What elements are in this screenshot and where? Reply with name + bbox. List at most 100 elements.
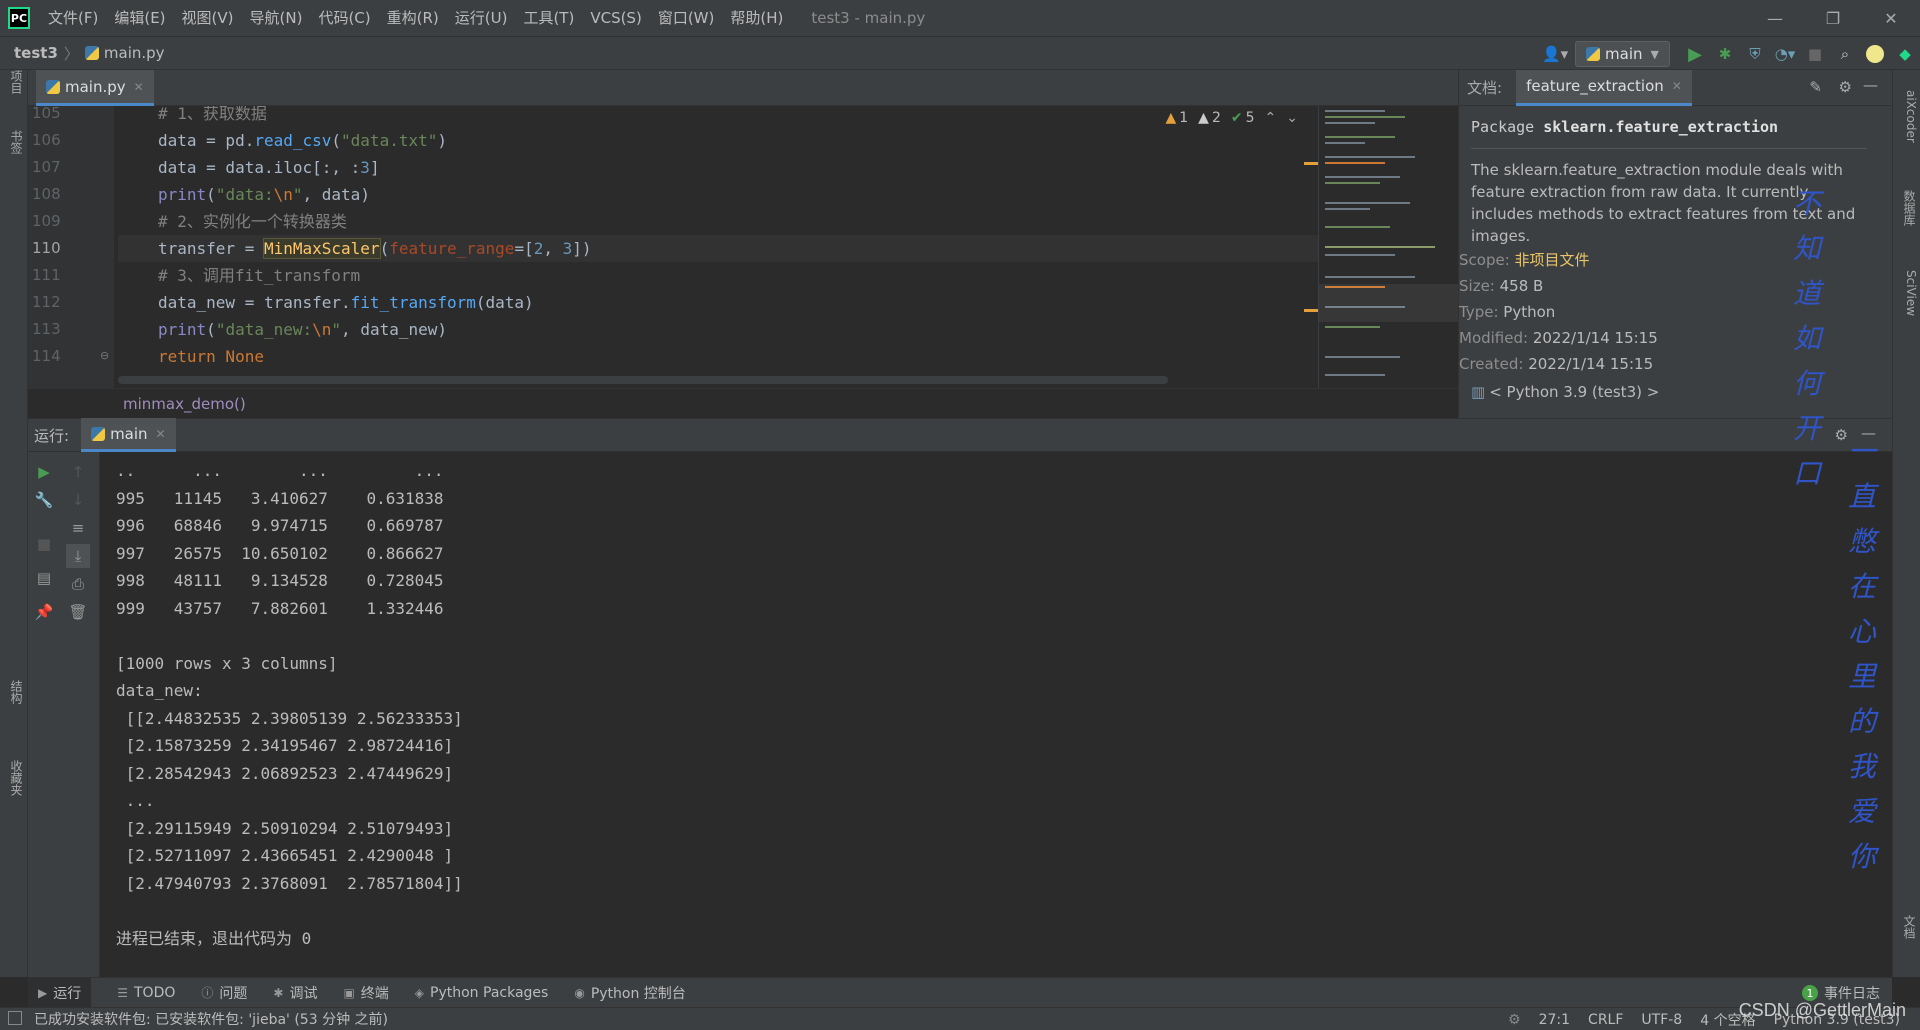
menu-file[interactable]: 文件(F) [40,0,106,36]
rerun-icon[interactable]: ▶ [32,460,56,484]
status-square-icon[interactable] [8,1011,22,1025]
right-tool-strip: aiXcoder 数据库 SciView 文档 [1892,70,1920,977]
warning-count[interactable]: ▲ 1 [1165,110,1188,126]
typo-count[interactable]: ✔ 5 [1231,110,1255,126]
menu-tools[interactable]: 工具(T) [515,0,582,36]
menu-vcs[interactable]: VCS(S) [582,0,649,36]
close-window-icon[interactable]: ✕ [1862,0,1920,36]
tool-tab-todo[interactable]: ☰ TODO [117,985,175,1001]
toolbar-right: 👤▾ main ▼ ▶ ✱ ⛨ ◔▾ ■ ⌕ ◆ [1535,37,1920,71]
breadcrumb-file[interactable]: main.py [104,44,165,62]
status-message[interactable]: 已成功安装软件包: 已安装软件包: 'jieba' (53 分钟 之前) [34,1009,388,1029]
stop-icon[interactable]: ■ [32,532,56,556]
trash-icon[interactable]: 🗑 [66,600,90,624]
previous-highlight-icon[interactable]: ⌃ [1265,110,1277,126]
weak-warning-count[interactable]: ▲ 2 [1198,110,1221,126]
coverage-icon[interactable]: ⛨ [1740,39,1770,69]
tool-tab-project[interactable]: 项目 [3,70,25,94]
fold-marker-icon[interactable]: ⊖ [100,349,109,362]
tool-tab-database[interactable]: 数据库 [1896,190,1918,226]
layout-icon[interactable]: ▤ [32,566,56,590]
gear-icon[interactable]: ⚙ [1839,78,1852,96]
line-number-active: 110 [32,239,61,257]
menu-view[interactable]: 视图(V) [174,0,242,36]
tool-tab-bookmarks[interactable]: 书签 [3,130,25,154]
run-icon[interactable]: ▶ [1680,39,1710,69]
restore-icon[interactable]: ❐ [1804,0,1862,36]
debug-icon[interactable]: ✱ [1710,39,1740,69]
tool-tab-structure[interactable]: 结构 [3,680,25,704]
tool-tab-debug[interactable]: ✱ 调试 [273,983,317,1003]
minimap-line [1325,208,1370,210]
tool-tab-favorites[interactable]: 收藏夹 [3,760,25,796]
navigation-bar: test3 〉 main.py 👤▾ main ▼ ▶ ✱ ⛨ ◔▾ ■ ⌕ ◆ [0,36,1920,70]
soft-wrap-icon[interactable]: ≡ [66,516,90,540]
minimap-line [1325,254,1395,256]
bottom-tool-tabs: ▶ 运行 ☰ TODO ⓘ 问题 ✱ 调试 ▣ 终端 ◈ Python Packages ◉… [28,977,1892,1008]
code-line: # 1、获取数据 [158,106,267,123]
print-icon[interactable]: ⎙ [66,572,90,596]
gear-icon[interactable]: ⚙ [1835,426,1848,444]
scroll-to-end-icon[interactable]: ⤓ [66,544,90,568]
next-highlight-icon[interactable]: ⌄ [1286,110,1298,126]
tool-tab-label: 终端 [360,985,389,1002]
minimap-line [1325,202,1410,204]
menu-help[interactable]: 帮助(H) [722,0,791,36]
code-minimap[interactable] [1318,106,1458,388]
run-tab-main[interactable]: main ✕ [81,418,176,452]
editor-tab-main-py[interactable]: main.py ✕ [36,70,154,106]
menu-window[interactable]: 窗口(W) [650,0,723,36]
file-encoding[interactable]: UTF-8 [1641,1012,1682,1028]
menu-run[interactable]: 运行(U) [447,0,516,36]
wrench-icon[interactable]: 🔧 [32,488,56,512]
close-tab-icon[interactable]: ✕ [1672,79,1682,93]
run-console-output[interactable]: .. ... ... ... 995 11145 3.410627 0.6318… [100,452,1880,977]
console-scrollbar[interactable] [1882,452,1892,977]
console-line: [2.15873259 2.34195467 2.98724416] [116,736,454,755]
minimap-line [1325,136,1395,138]
caret-position[interactable]: 27:1 [1539,1012,1570,1028]
console-line: [[2.44832535 2.39805139 2.56233353] [116,708,463,728]
tool-tab-python-packages[interactable]: ◈ Python Packages [415,985,549,1001]
horizontal-scrollbar[interactable] [118,376,1168,384]
documentation-tab[interactable]: feature_extraction ✕ [1516,69,1692,106]
warning-stripe-marker[interactable] [1304,162,1318,165]
warning-stripe-marker[interactable] [1304,309,1318,312]
plugin-logo-icon[interactable]: ◆ [1890,39,1920,69]
close-tab-icon[interactable]: ✕ [134,80,144,94]
minimize-icon[interactable]: — [1746,0,1804,36]
menu-code[interactable]: 代码(C) [310,0,378,36]
down-arrow-icon[interactable]: ↓ [66,488,90,512]
console-line: .. ... ... ... [116,461,444,480]
close-tab-icon[interactable]: ✕ [156,427,166,441]
search-icon[interactable]: ⌕ [1830,39,1860,69]
edit-source-icon[interactable]: ✎ [1809,78,1822,96]
profile-icon[interactable]: ◔▾ [1770,39,1800,69]
tool-tab-terminal[interactable]: ▣ 终端 [343,983,388,1003]
inspection-widget[interactable]: ▲ 1 ▲ 2 ✔ 5 ⌃ ⌄ [1155,110,1298,126]
line-separator[interactable]: CRLF [1588,1012,1623,1028]
pin-icon[interactable]: 📌 [32,600,56,624]
hide-panel-icon[interactable]: — [1863,76,1878,94]
tool-tab-python-console[interactable]: ◉ Python 控制台 [574,983,685,1003]
stop-icon[interactable]: ■ [1800,39,1830,69]
background-tasks-icon[interactable]: ⚙ [1508,1012,1521,1028]
run-configuration-select[interactable]: main ▼ [1575,41,1670,67]
up-arrow-icon[interactable]: ↑ [66,460,90,484]
overlay-char: 知 [1793,232,1822,265]
tool-tab-run[interactable]: ▶ 运行 [28,977,92,1008]
breadcrumb-project[interactable]: test3 [14,44,58,62]
theme-icon[interactable] [1860,39,1890,69]
tool-tab-problems[interactable]: ⓘ 问题 [201,983,247,1003]
tool-tab-aixcoder[interactable]: aiXcoder [1896,90,1918,143]
code-editor[interactable]: 105 106 107 108 109 110 111 112 113 114 … [28,106,1318,388]
overlay-char: 不 [1793,187,1822,220]
minimap-viewport[interactable] [1319,284,1458,322]
menu-navigate[interactable]: 导航(N) [242,0,311,36]
tool-tab-documentation[interactable]: 文档 [1896,915,1918,939]
menu-edit[interactable]: 编辑(E) [106,0,173,36]
menu-refactor[interactable]: 重构(R) [379,0,447,36]
user-icon[interactable]: 👤▾ [1535,39,1575,69]
function-breadcrumb[interactable]: minmax_demo() [28,388,1458,418]
tool-tab-sciview[interactable]: SciView [1896,270,1918,316]
